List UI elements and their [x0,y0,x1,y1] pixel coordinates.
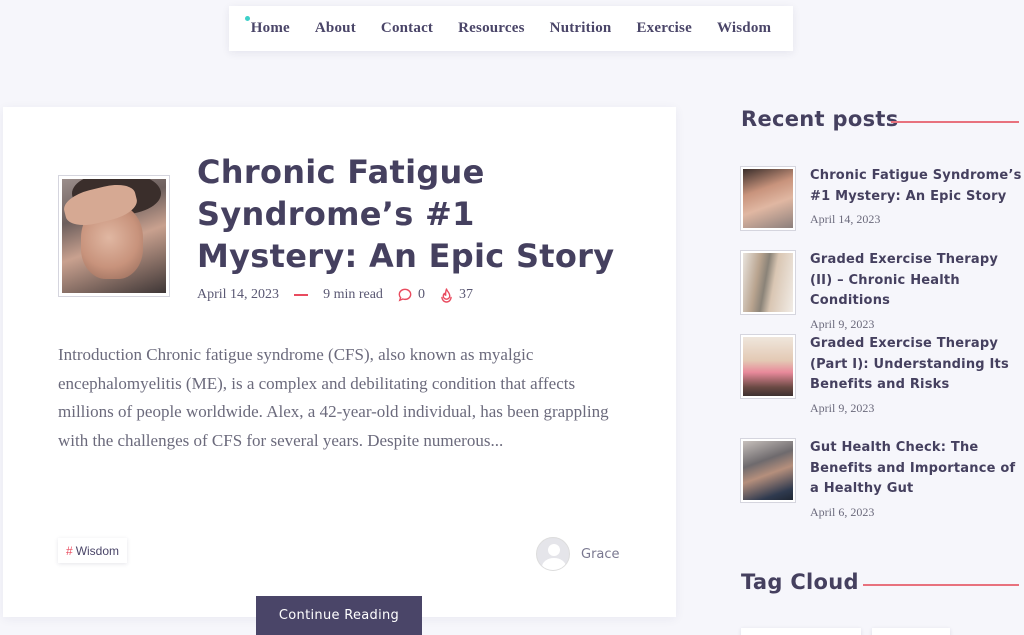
recent-post-title[interactable]: Graded Exercise Therapy (Part I): Unders… [810,334,1022,396]
recent-post-thumbnail[interactable] [740,250,796,315]
recent-post-title[interactable]: Graded Exercise Therapy (II) – Chronic H… [810,250,1022,312]
post-card: Chronic Fatigue Syndrome’s #1 Mystery: A… [3,107,676,617]
flame-icon [441,287,452,303]
author-avatar-icon [536,537,570,571]
nav-item-nutrition[interactable]: Nutrition [550,20,612,37]
post-title[interactable]: Chronic Fatigue Syndrome’s #1 Mystery: A… [197,151,617,277]
nav-item-wisdom[interactable]: Wisdom [717,20,771,37]
likes-value: 37 [458,287,473,302]
tag-cloud-divider [863,584,1019,586]
continue-reading-button[interactable]: Continue Reading [256,596,422,635]
comments-value: 0 [417,287,425,302]
tag-cloud-heading: Tag Cloud [741,570,859,594]
post-thumbnail[interactable] [58,175,170,297]
nav-item-exercise[interactable]: Exercise [636,20,691,37]
recent-post-title[interactable]: Gut Health Check: The Benefits and Impor… [810,438,1022,500]
nav-item-contact[interactable]: Contact [381,20,433,37]
post-meta: April 14, 2023 9 min read 0 37 [197,287,473,303]
active-indicator-dot [244,16,250,21]
author-name: Grace [581,546,620,562]
tag-cloud-chip[interactable] [872,628,950,635]
recent-post-date: April 14, 2023 [810,212,881,226]
nav-item-home[interactable]: Home [244,16,290,37]
post-date: April 14, 2023 [197,287,280,302]
recent-post-date: April 6, 2023 [810,504,875,519]
read-time: 9 min read [323,287,383,302]
comment-icon [398,288,412,302]
comments-count[interactable]: 0 [398,287,425,303]
nav-label-home: Home [250,20,290,36]
meta-divider [294,294,309,296]
recent-post-title[interactable]: Chronic Fatigue Syndrome’s #1 Mystery: A… [810,166,1022,207]
recent-post-date: April 9, 2023 [810,316,875,331]
post-author[interactable]: Grace [536,537,620,571]
post-tag-label: Wisdom [75,543,120,558]
post-excerpt: Introduction Chronic fatigue syndrome (C… [58,345,609,450]
likes-count: 37 [440,287,473,303]
post-tag-wisdom[interactable]: # Wisdom [58,538,128,563]
nav-item-about[interactable]: About [315,20,356,37]
recent-post-date: April 9, 2023 [810,400,875,415]
recent-posts-heading: Recent posts [741,107,899,131]
recent-posts-divider [891,121,1019,123]
tag-cloud-chip[interactable] [741,628,861,635]
nav-item-resources[interactable]: Resources [458,20,525,37]
recent-post-thumbnail[interactable] [740,166,796,231]
main-nav: Home About Contact Resources Nutrition E… [229,6,793,51]
recent-post-thumbnail[interactable] [740,334,796,399]
post-thumbnail-image [62,179,166,293]
hash-icon: # [66,543,73,558]
recent-post-thumbnail[interactable] [740,438,796,503]
